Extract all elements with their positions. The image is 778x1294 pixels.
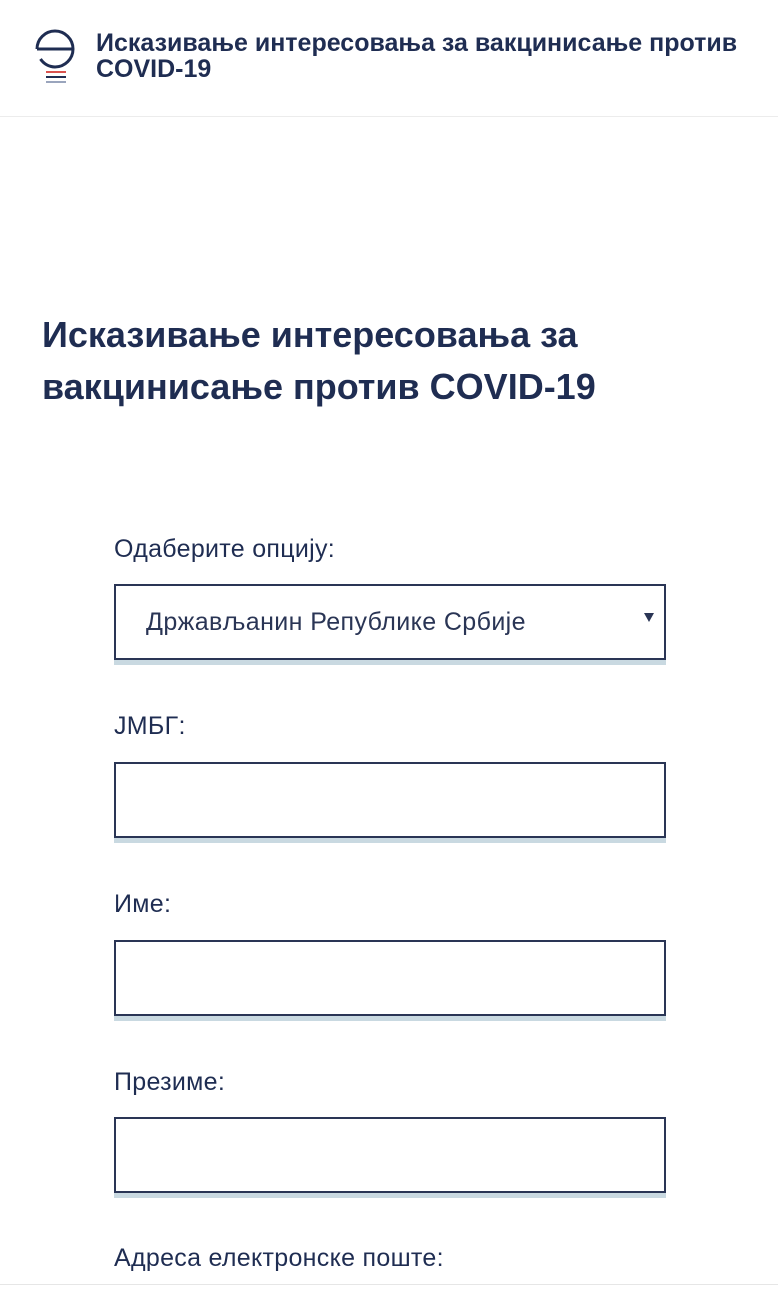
page-title: Исказивање интересовања за вакцинисање п… bbox=[42, 314, 596, 407]
option-label: Одаберите опцију: bbox=[114, 535, 336, 563]
divider bbox=[0, 1284, 778, 1285]
header-title[interactable]: Исказивање интересовања за вакцинисање п… bbox=[96, 30, 756, 82]
jmbg-label: ЈМБГ: bbox=[114, 712, 186, 740]
dropdown-arrow-icon bbox=[644, 613, 654, 622]
last-name-input[interactable] bbox=[114, 1117, 666, 1193]
option-select[interactable]: Држављанин Републике Србије bbox=[114, 584, 666, 660]
header-bar: Исказивање интересовања за вакцинисање п… bbox=[0, 0, 778, 117]
jmbg-input[interactable] bbox=[114, 762, 666, 838]
first-name-label: Име: bbox=[114, 890, 172, 918]
option-select-value: Држављанин Републике Србије bbox=[146, 608, 526, 636]
e-gov-logo-icon[interactable] bbox=[33, 27, 77, 89]
first-name-input[interactable] bbox=[114, 940, 666, 1016]
email-label: Адреса електронске поште: bbox=[114, 1244, 444, 1272]
last-name-label: Презиме: bbox=[114, 1068, 226, 1096]
